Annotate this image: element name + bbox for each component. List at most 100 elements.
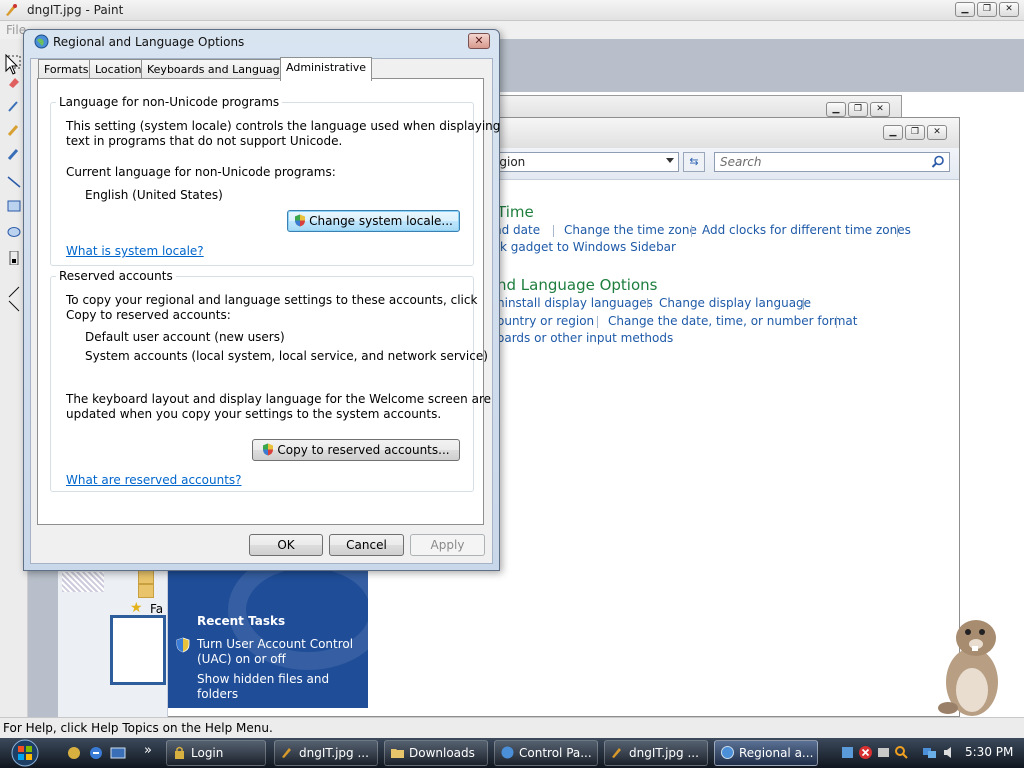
taskbar-item-active[interactable]: Regional a... bbox=[714, 740, 818, 766]
bg-restore-icon: ❐ bbox=[848, 102, 868, 117]
recent-tasks-title: Recent Tasks bbox=[197, 614, 286, 628]
line-width-options-icon[interactable] bbox=[7, 251, 21, 265]
cp-close-icon: ✕ bbox=[927, 125, 947, 140]
change-system-locale-button[interactable]: Change system locale... bbox=[287, 210, 460, 232]
favorites-star-icon: ★ bbox=[130, 600, 143, 616]
quick-launch-more[interactable]: » bbox=[144, 743, 152, 758]
control-panel-icon bbox=[501, 746, 514, 759]
picker-tool-icon[interactable] bbox=[7, 99, 21, 113]
line-tool-icon[interactable] bbox=[7, 175, 21, 189]
explorer-pane: ★ Fa bbox=[58, 570, 168, 717]
taskbar-item-label: Regional a... bbox=[739, 746, 814, 760]
lock-icon bbox=[175, 746, 184, 759]
cp-section-heading-language: nd Language Options bbox=[497, 276, 658, 294]
cp-link: ninstall display languages bbox=[497, 296, 653, 310]
tab-keyboards-languages[interactable]: Keyboards and Languages bbox=[141, 59, 299, 79]
cp-link: nd date bbox=[494, 223, 541, 237]
cp-link-separator bbox=[647, 298, 648, 310]
close-button[interactable]: ✕ bbox=[999, 2, 1019, 17]
rectangle-tool-icon[interactable] bbox=[7, 199, 21, 213]
cp-link-separator bbox=[803, 298, 804, 310]
taskbar-item[interactable]: dngIT.jpg ... bbox=[274, 740, 378, 766]
tab-location[interactable]: Location bbox=[89, 59, 148, 79]
folder-icon bbox=[138, 570, 154, 584]
brush-tool-icon[interactable] bbox=[7, 147, 21, 161]
uac-shield-icon bbox=[176, 637, 190, 653]
tab-administrative[interactable]: Administrative bbox=[280, 57, 373, 81]
start-button-icon[interactable] bbox=[3, 739, 47, 767]
welcome-screen-note: The keyboard layout and display language… bbox=[66, 392, 491, 406]
apply-button[interactable]: Apply bbox=[410, 534, 485, 556]
volume-icon[interactable] bbox=[942, 745, 957, 760]
tray-icon[interactable] bbox=[840, 745, 855, 760]
show-desktop-icon[interactable] bbox=[110, 745, 126, 761]
minimize-button[interactable]: ▁ bbox=[955, 2, 975, 17]
paint-app-icon bbox=[282, 748, 291, 758]
tray-search-icon[interactable] bbox=[894, 745, 909, 760]
cp-link-separator bbox=[897, 225, 898, 237]
search-icon bbox=[931, 155, 944, 168]
taskbar-clock[interactable]: 5:30 PM bbox=[965, 745, 1013, 759]
image-thumbnail bbox=[110, 615, 166, 685]
taskbar-item[interactable]: Downloads bbox=[384, 740, 488, 766]
paint-app-icon bbox=[6, 4, 17, 16]
paint-status-bar: For Help, click Help Topics on the Help … bbox=[0, 717, 1024, 738]
ok-button[interactable]: OK bbox=[249, 534, 323, 556]
folder-icon bbox=[391, 749, 404, 758]
restore-button[interactable]: ❐ bbox=[977, 2, 997, 17]
globe-clock-icon bbox=[721, 746, 734, 759]
system-accounts-item: System accounts (local system, local ser… bbox=[85, 349, 488, 363]
hamster-mascot-image bbox=[938, 620, 998, 716]
tray-icon[interactable] bbox=[876, 745, 891, 760]
reserved-description: To copy your regional and language setti… bbox=[66, 293, 478, 307]
paint-title-bar: dngIT.jpg - Paint ▁ ❐ ✕ bbox=[0, 0, 1024, 21]
dialog-close-button[interactable]: ✕ bbox=[468, 33, 490, 49]
taskbar-item[interactable]: Control Pa... bbox=[494, 740, 598, 766]
cp-link-separator bbox=[553, 225, 554, 237]
quick-launch-icon[interactable] bbox=[66, 745, 82, 761]
bg-minimize-icon: ▁ bbox=[826, 102, 846, 117]
taskbar-item-label: Login bbox=[191, 746, 224, 760]
taskbar-item[interactable]: dngIT.jpg ... bbox=[604, 740, 708, 766]
paint-app-icon bbox=[612, 748, 621, 758]
reserved-description: Copy to reserved accounts: bbox=[66, 308, 231, 322]
recent-task-item: Turn User Account Control (UAC) on or of… bbox=[197, 637, 354, 666]
dropdown-arrow-icon bbox=[666, 158, 674, 163]
cancel-button[interactable]: Cancel bbox=[329, 534, 404, 556]
tab-formats[interactable]: Formats bbox=[38, 59, 95, 79]
uac-shield-icon bbox=[295, 214, 306, 227]
ellipse-tool-icon[interactable] bbox=[7, 225, 21, 239]
cp-link-separator bbox=[597, 316, 598, 328]
taskbar-item[interactable]: Login bbox=[166, 740, 266, 766]
taskbar-item-label: dngIT.jpg ... bbox=[299, 746, 369, 760]
taskbar-item-label: Control Pa... bbox=[519, 746, 592, 760]
what-is-system-locale-link[interactable]: What is system locale? bbox=[66, 244, 204, 258]
copy-to-reserved-accounts-button[interactable]: Copy to reserved accounts... bbox=[252, 439, 460, 461]
mouse-cursor-icon bbox=[5, 54, 19, 75]
locale-description: text in programs that do not support Uni… bbox=[66, 134, 343, 148]
reserved-accounts-group-title: Reserved accounts bbox=[56, 269, 176, 283]
tray-error-icon[interactable] bbox=[858, 745, 873, 760]
cp-restore-icon: ❐ bbox=[905, 125, 925, 140]
dialog-title: Regional and Language Options bbox=[53, 35, 245, 49]
line-style-alt-icon[interactable] bbox=[7, 299, 21, 313]
cp-link-separator bbox=[691, 225, 692, 237]
cp-link: Change the time zone bbox=[564, 223, 697, 237]
quick-launch-icon[interactable] bbox=[88, 745, 104, 761]
locale-description: This setting (system locale) controls th… bbox=[66, 119, 501, 133]
copy-to-reserved-label: Copy to reserved accounts... bbox=[277, 443, 450, 457]
thumbnail-strip bbox=[62, 572, 104, 592]
current-language-value: English (United States) bbox=[85, 188, 223, 202]
what-are-reserved-accounts-link[interactable]: What are reserved accounts? bbox=[66, 473, 242, 487]
pencil-tool-icon[interactable] bbox=[7, 123, 21, 137]
cp-link: Add clocks for different time zones bbox=[702, 223, 911, 237]
cp-link: ountry or region bbox=[497, 314, 595, 328]
welcome-screen-note: updated when you copy your settings to t… bbox=[66, 407, 442, 421]
current-language-label: Current language for non-Unicode program… bbox=[66, 165, 336, 179]
line-style-options-icon[interactable] bbox=[7, 285, 21, 299]
cp-link: k gadget to Windows Sidebar bbox=[500, 240, 676, 254]
status-text: For Help, click Help Topics on the Help … bbox=[3, 721, 273, 735]
eraser-tool-icon[interactable] bbox=[7, 75, 21, 89]
network-icon[interactable] bbox=[922, 745, 937, 760]
search-placeholder: Search bbox=[720, 155, 762, 169]
